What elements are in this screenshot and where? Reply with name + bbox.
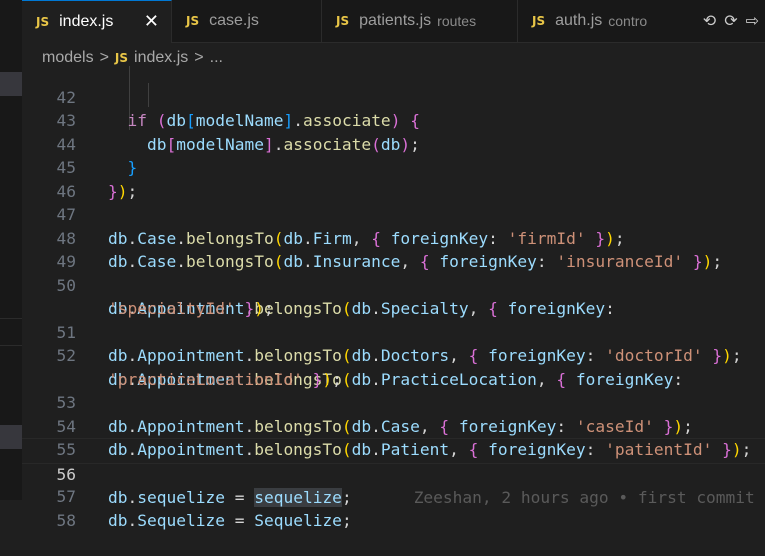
code-line: 43 db[modelName].associate(db);: [22, 86, 765, 154]
tab-auth-js[interactable]: JS auth.js contro: [518, 0, 668, 42]
tab-description: routes: [437, 13, 477, 29]
code-line: 49: [22, 227, 765, 271]
code-line: 53 db.Appointment.belongsTo(db.Case, { f…: [22, 368, 765, 436]
code-line: 54 db.Appointment.belongsTo(db.Patient, …: [22, 391, 765, 460]
javascript-file-icon: JS: [36, 15, 50, 29]
code-line: 52 db.Appointment.belongsTo(db.PracticeL…: [22, 321, 765, 389]
code-line: 46: [22, 156, 765, 201]
side-panel-edge: [0, 0, 22, 500]
open-changes-icon[interactable]: ⇨: [746, 11, 759, 31]
line-number: 58: [56, 510, 77, 530]
code-line-wrap: 'specialtyId' });: [22, 274, 765, 318]
code-editor[interactable]: 42 if (db[modelName].associate) { 43 db[…: [22, 66, 765, 530]
code-line: 50 db.Appointment.belongsTo(db.Specialty…: [22, 250, 765, 319]
tab-case-js[interactable]: JS case.js: [172, 0, 322, 42]
tab-index-js[interactable]: JS index.js ✕: [22, 0, 172, 43]
javascript-file-icon: JS: [186, 14, 200, 28]
code-line: 51 db.Appointment.belongsTo(db.Doctors, …: [22, 297, 765, 366]
code-line: 57 db.Sequelize = Sequelize;: [22, 462, 765, 530]
code-line: 48 db.Case.belongsTo(db.Insurance, { for…: [22, 203, 765, 272]
code-line: 45 });: [22, 133, 765, 201]
side-panel-divider: [0, 318, 22, 319]
tab-label: case.js: [209, 12, 259, 29]
javascript-file-icon: JS: [336, 14, 350, 28]
close-icon[interactable]: ✕: [144, 11, 159, 32]
tab-description: contro: [608, 13, 648, 29]
tab-label: auth.js: [555, 12, 603, 29]
tab-label: index.js: [59, 13, 114, 30]
side-panel-divider: [0, 345, 22, 346]
editor-tab-bar: JS index.js ✕ JS case.js JS patients.js …: [22, 0, 765, 43]
editor-actions: ⟲ ⟳ ⇨: [649, 0, 765, 42]
side-panel-selection: [0, 72, 22, 96]
javascript-file-icon: JS: [532, 14, 546, 28]
code-text: db.Sequelize = Sequelize;: [108, 510, 352, 530]
tab-patients-js[interactable]: JS patients.js routes: [322, 0, 518, 42]
go-back-icon[interactable]: ⟲: [703, 11, 716, 31]
code-line: 42 if (db[modelName].associate) {: [22, 62, 765, 131]
code-line: 44 }: [22, 109, 765, 178]
tab-label: patients.js: [359, 12, 432, 29]
code-line: 58: [22, 485, 765, 530]
code-line: 47 db.Case.belongsTo(db.Firm, { foreignK…: [22, 180, 765, 248]
code-line: 55: [22, 415, 765, 459]
go-forward-icon[interactable]: ⟳: [724, 11, 737, 31]
code-line-wrap: 'practiceLocationId' });: [22, 344, 765, 389]
code-line-current: 56 db.sequelize = sequelize; Zeeshan, 2 h…: [22, 438, 765, 507]
side-panel-selection: [0, 425, 22, 449]
